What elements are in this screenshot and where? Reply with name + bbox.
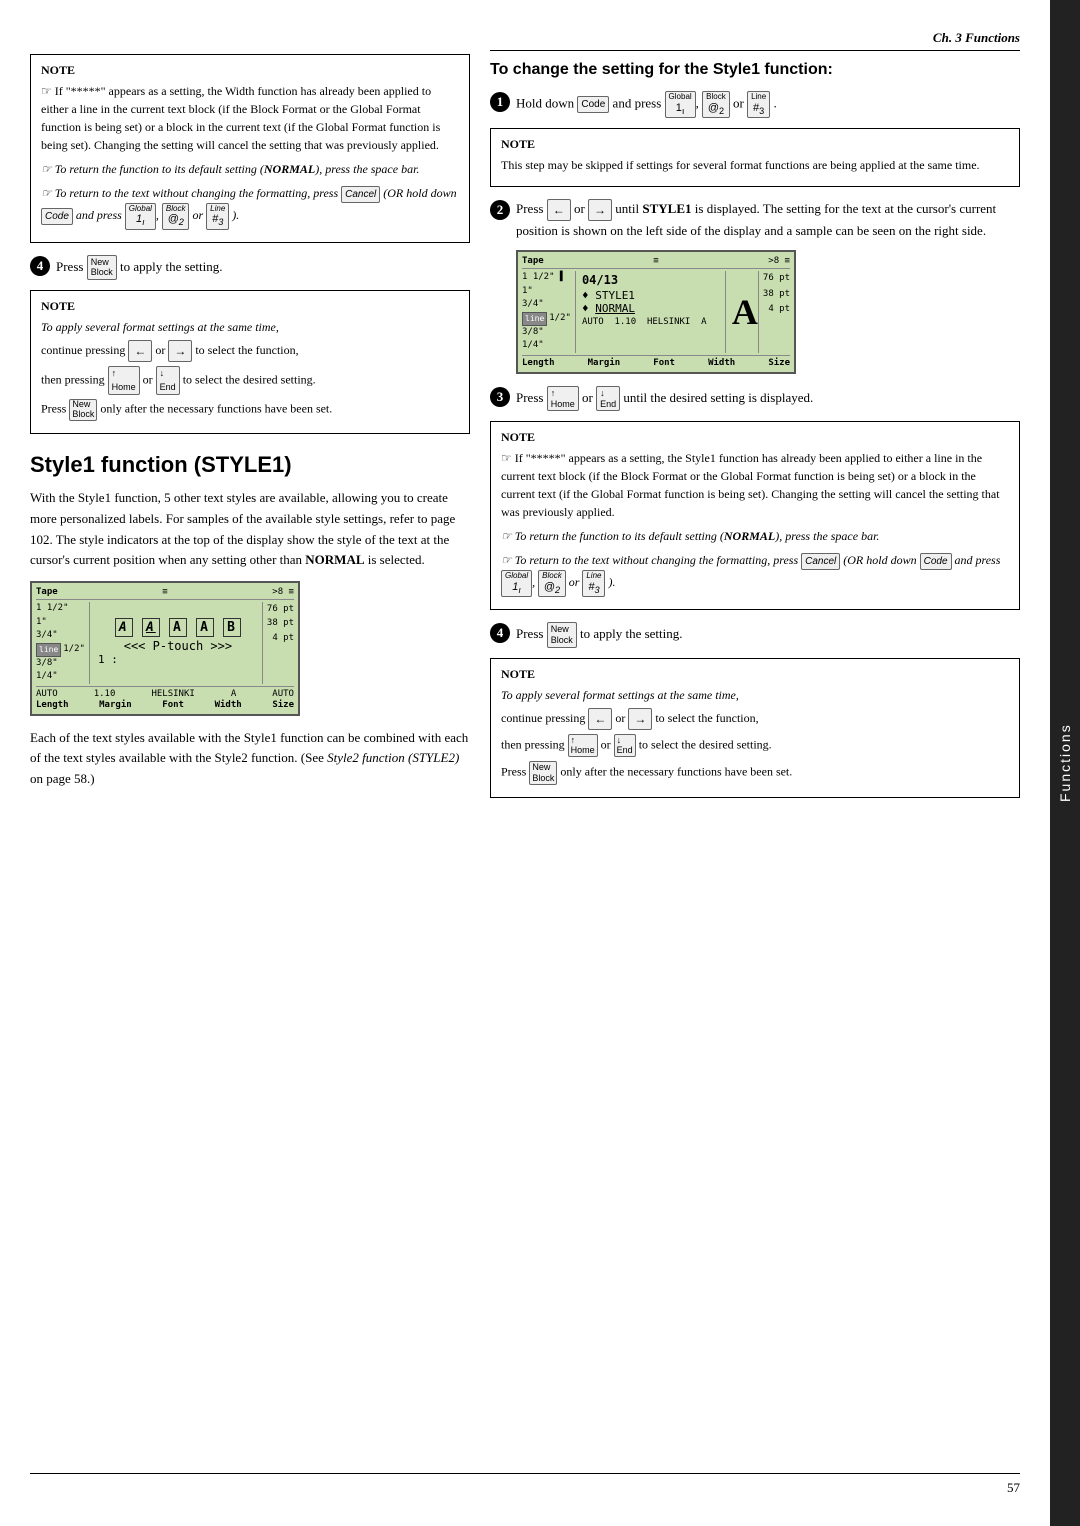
note-right-3-line2: then pressing ↑Home or ↓End to select th…	[501, 734, 1009, 758]
key-line-1[interactable]: Line#3	[747, 91, 770, 118]
step-num-4-left: 4	[30, 256, 50, 276]
note-title-right-1: NOTE	[501, 137, 1009, 152]
step-2-right: 2 Press ← or → until STYLE1 is displayed…	[490, 199, 1020, 241]
new-block-key-right[interactable]: NewBlock	[547, 622, 577, 648]
note-box-right-1: NOTE This step may be skipped if setting…	[490, 128, 1020, 187]
new-block-key-left[interactable]: NewBlock	[87, 255, 117, 281]
home-key-3[interactable]: ↑Home	[547, 386, 579, 412]
note-title-2: NOTE	[41, 299, 459, 314]
step-3-content: Press ↑Home or ↓End until the desired se…	[516, 386, 1020, 412]
right-column: Ch. 3 Functions To change the setting fo…	[490, 30, 1020, 810]
section-body-2: Each of the text styles available with t…	[30, 728, 470, 790]
note-2-line2: then pressing ↑Home or ↓End to select th…	[41, 366, 459, 395]
step-4-left: 4 Press NewBlock to apply the setting.	[30, 255, 470, 281]
section-body-1: With the Style1 function, 5 other text s…	[30, 488, 470, 571]
page-number: 57	[1007, 1480, 1020, 1496]
note-right-2a: ☞ If "*****" appears as a setting, the S…	[501, 449, 1009, 521]
section-title: Style1 function (STYLE1)	[30, 452, 470, 478]
note-right-3-intro: To apply several format settings at the …	[501, 686, 1009, 704]
main-content: NOTE ☞ If "*****" appears as a setting, …	[0, 0, 1050, 1526]
right-section-heading: To change the setting for the Style1 fun…	[490, 61, 1020, 79]
note-right-2c: ☞ To return to the text without changing…	[501, 551, 1009, 597]
page-container: NOTE ☞ If "*****" appears as a setting, …	[0, 0, 1080, 1526]
note-box-2: NOTE To apply several format settings at…	[30, 290, 470, 434]
note-text-1a: ☞ If "*****" appears as a setting, the W…	[41, 82, 459, 154]
lcd-display-2: Tape ≡ >8 ≡ 1 1/2" ▌ 1" 3/4" line 1/2" 3…	[516, 250, 1020, 374]
step-4-right: 4 Press NewBlock to apply the setting.	[490, 622, 1020, 648]
step-num-4-right: 4	[490, 623, 510, 643]
lcd-display-1: Tape ≡ >8 ≡ 1 1/2" 1" 3/4" line 1/2" 3/8…	[30, 581, 470, 716]
step-4-right-content: Press NewBlock to apply the setting.	[516, 622, 1020, 648]
code-key-1[interactable]: Code	[577, 96, 609, 113]
note-2-line1: continue pressing ← or → to select the f…	[41, 340, 459, 362]
note-box-right-3: NOTE To apply several format settings at…	[490, 658, 1020, 798]
step-num-3: 3	[490, 387, 510, 407]
note-title-right-2: NOTE	[501, 430, 1009, 445]
left-column: NOTE ☞ If "*****" appears as a setting, …	[30, 30, 470, 810]
chapter-header: Ch. 3 Functions	[490, 30, 1020, 51]
step-1-right: 1 Hold down Code and press Global1ı, Blo…	[490, 91, 1020, 118]
note-right-3-line3: Press NewBlock only after the necessary …	[501, 761, 1009, 785]
note-right-2b: ☞ To return the function to its default …	[501, 527, 1009, 545]
note-text-1b: ☞ To return the function to its default …	[41, 160, 459, 178]
note-box-right-2: NOTE ☞ If "*****" appears as a setting, …	[490, 421, 1020, 610]
note-title-right-3: NOTE	[501, 667, 1009, 682]
note-right-3-line1: continue pressing ← or → to select the f…	[501, 708, 1009, 730]
key-global-1[interactable]: Global1ı	[665, 91, 696, 118]
step-2-content: Press ← or → until STYLE1 is displayed. …	[516, 199, 1020, 241]
right-arrow-key-2[interactable]: →	[588, 199, 612, 221]
note-2-intro: To apply several format settings at the …	[41, 318, 459, 336]
note-box-1: NOTE ☞ If "*****" appears as a setting, …	[30, 54, 470, 243]
note-title-1: NOTE	[41, 63, 459, 78]
left-arrow-key-2[interactable]: ←	[547, 199, 571, 221]
end-key-3[interactable]: ↓End	[596, 386, 620, 412]
key-block-1[interactable]: Block@2	[702, 91, 730, 118]
note-right-1-text: This step may be skipped if settings for…	[501, 156, 1009, 174]
step-3-right: 3 Press ↑Home or ↓End until the desired …	[490, 386, 1020, 412]
note-text-1c: ☞ To return to the text without changing…	[41, 184, 459, 230]
functions-tab: Functions	[1050, 0, 1080, 1526]
note-2-line3: Press NewBlock only after the necessary …	[41, 399, 459, 421]
step-1-content: Hold down Code and press Global1ı, Block…	[516, 91, 1020, 118]
step-num-1: 1	[490, 92, 510, 112]
step-num-2: 2	[490, 200, 510, 220]
step-4-left-content: Press NewBlock to apply the setting.	[56, 255, 470, 281]
